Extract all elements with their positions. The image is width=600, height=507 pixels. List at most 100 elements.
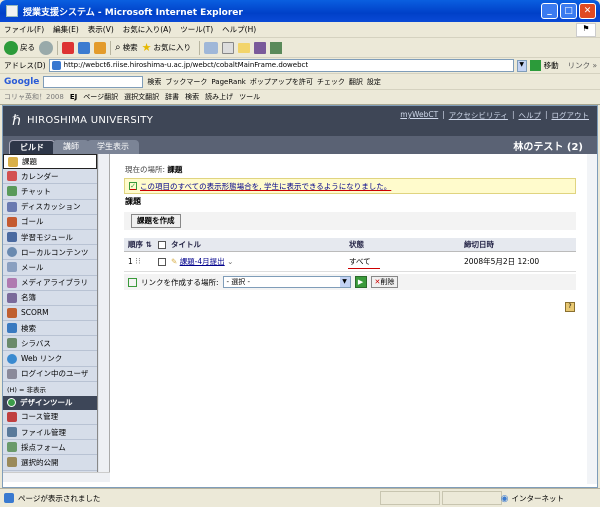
menu-edit[interactable]: 編集(E): [53, 24, 79, 35]
help-icon[interactable]: ?: [565, 302, 575, 312]
translate-button[interactable]: 翻訳: [349, 77, 363, 87]
research-icon[interactable]: [253, 41, 266, 54]
local-content-icon: [7, 247, 17, 258]
close-button[interactable]: ✕: [579, 3, 596, 19]
google-search-button[interactable]: 検索: [147, 77, 161, 87]
sidebar-scrollbar[interactable]: [99, 154, 109, 472]
page-title: 課題: [125, 197, 141, 206]
back-button[interactable]: 戻る: [4, 40, 35, 55]
spell-check[interactable]: チェック: [317, 77, 345, 87]
breadcrumb: 現在の場所: 課題: [125, 165, 183, 174]
col-title[interactable]: タイトル: [171, 239, 201, 250]
sidebar-item-syllabus[interactable]: シラバス: [3, 336, 97, 352]
menu-file[interactable]: ファイル(F): [4, 24, 44, 35]
link-label: リンクを作成する場所:: [141, 277, 219, 287]
sidebar-item-mail[interactable]: メール: [3, 260, 97, 276]
sidebar-item-selective-release[interactable]: 選択的公開: [3, 455, 97, 471]
tab-instructor[interactable]: 講師: [53, 140, 89, 154]
sidebar-item-roster[interactable]: 名簿: [3, 291, 97, 306]
sidebar-item-chat[interactable]: チャット: [3, 184, 97, 200]
drag-handle-icon[interactable]: ⁝⁝: [135, 257, 141, 267]
ext-ej[interactable]: EJ: [70, 93, 77, 101]
ext-selection-translate[interactable]: 選択文翻訳: [124, 92, 159, 102]
col-order[interactable]: 順序 ⇅: [128, 239, 152, 250]
create-assignment-button[interactable]: 課題を作成: [131, 214, 181, 228]
col-due[interactable]: 締切日時: [464, 239, 494, 250]
tab-build[interactable]: ビルド: [9, 140, 55, 154]
design-tools-header[interactable]: デザインツール: [3, 395, 97, 410]
design-tools-icon: [7, 398, 16, 408]
delete-button[interactable]: ✕削除: [370, 276, 399, 288]
link-accessibility[interactable]: アクセシビリティ: [449, 110, 508, 121]
col-status[interactable]: 状態: [349, 239, 364, 250]
sidebar-item-learning-modules[interactable]: 学習モジュール: [3, 230, 97, 246]
search-button[interactable]: ⌕ 検索: [115, 42, 138, 53]
success-notice: ✓ この項目のすべての表示形態場合を, 学生に表示できるようになりました。: [124, 178, 576, 194]
google-bookmarks[interactable]: ブックマーク: [165, 77, 207, 87]
select-all-checkbox[interactable]: [158, 240, 166, 249]
mail-icon[interactable]: [203, 41, 218, 54]
go-button[interactable]: ▶: [354, 276, 367, 288]
link-mywebct[interactable]: myWebCT: [400, 110, 438, 121]
menu-help[interactable]: ヘルプ(H): [222, 24, 256, 35]
action-menu-icon[interactable]: ⌄: [227, 257, 233, 266]
menu-favorites[interactable]: お気に入り(A): [123, 24, 171, 35]
sidebar-splitter[interactable]: ◀▶: [98, 154, 110, 472]
sidebar-item-goals[interactable]: ゴール: [3, 215, 97, 230]
main-scrollbar[interactable]: [587, 154, 597, 484]
ext-dictionary[interactable]: 辞書: [165, 92, 179, 102]
popup-blocker[interactable]: ポップアップを許可: [250, 77, 313, 87]
google-settings[interactable]: 設定: [367, 77, 381, 87]
sidebar-hscrollbar[interactable]: [3, 472, 110, 482]
assignment-link[interactable]: 課題-4月提出: [180, 257, 225, 266]
address-bar: アドレス(D) http://webct6.riise.hiroshima-u.…: [0, 58, 600, 74]
go-button[interactable]: 移動: [544, 60, 559, 71]
address-input[interactable]: http://webct6.riise.hiroshima-u.ac.jp/we…: [48, 59, 514, 72]
sidebar-item-media-library[interactable]: メディアライブラリ: [3, 276, 97, 291]
module-icon: [7, 232, 17, 243]
sidebar-item-online-users[interactable]: ログイン中のユーザ: [3, 367, 97, 382]
folder-icon[interactable]: [237, 42, 250, 53]
ext-search[interactable]: 検索: [185, 92, 199, 102]
google-logo[interactable]: Google: [4, 77, 39, 87]
row-checkbox[interactable]: [158, 257, 166, 266]
link-help[interactable]: ヘルプ: [518, 110, 541, 121]
tab-student-view[interactable]: 学生表示: [87, 140, 139, 154]
link-location-select[interactable]: - 選択 -: [222, 276, 351, 288]
sidebar-item-search[interactable]: 検索: [3, 321, 97, 337]
sidebar-item-assignments[interactable]: 課題: [3, 154, 97, 170]
sidebar-item-grading-forms[interactable]: 採点フォーム: [3, 440, 97, 456]
standard-toolbar: 戻る ⌕ 検索 ★ お気に入り: [0, 38, 600, 58]
minimize-button[interactable]: _: [541, 3, 558, 19]
discussion-icon: [7, 201, 17, 212]
sidebar-item-file-manager[interactable]: ファイル管理: [3, 425, 97, 441]
sidebar-item-web-links[interactable]: Web リンク: [3, 351, 97, 367]
favorites-button[interactable]: ★ お気に入り: [142, 41, 191, 54]
ext-read-aloud[interactable]: 読み上げ: [205, 92, 233, 102]
go-arrow-icon[interactable]: [529, 60, 541, 71]
menu-view[interactable]: 表示(V): [88, 24, 114, 35]
refresh-icon[interactable]: [78, 41, 90, 54]
status-underline: [348, 268, 380, 269]
menu-tools[interactable]: ツール(T): [180, 24, 213, 35]
ext-tools[interactable]: ツール: [239, 92, 260, 102]
forward-button[interactable]: [39, 40, 53, 55]
sidebar-item-discussion[interactable]: ディスカッション: [3, 200, 97, 215]
print-icon[interactable]: [221, 41, 234, 54]
scorm-icon: [7, 307, 17, 318]
ext-page-translate[interactable]: ページ翻訳: [83, 92, 118, 102]
sidebar-item-course-admin[interactable]: コース管理: [3, 410, 97, 425]
sidebar-item-local-content[interactable]: ローカルコンテンツ: [3, 245, 97, 261]
windows-flag-icon: ⚑: [576, 23, 596, 37]
sort-icon[interactable]: ⇅: [146, 240, 152, 249]
stop-icon[interactable]: [62, 41, 74, 54]
maximize-button[interactable]: □: [560, 3, 577, 19]
home-icon[interactable]: [94, 41, 106, 54]
address-dropdown-icon[interactable]: ▼: [516, 59, 527, 72]
sidebar-item-scorm[interactable]: SCORM: [3, 306, 97, 322]
links-label[interactable]: リンク »: [568, 60, 597, 71]
messenger-icon[interactable]: [269, 41, 282, 54]
link-logout[interactable]: ログアウト: [552, 110, 590, 121]
sidebar-item-calendar[interactable]: カレンダー: [3, 169, 97, 185]
google-search-input[interactable]: [43, 75, 144, 88]
